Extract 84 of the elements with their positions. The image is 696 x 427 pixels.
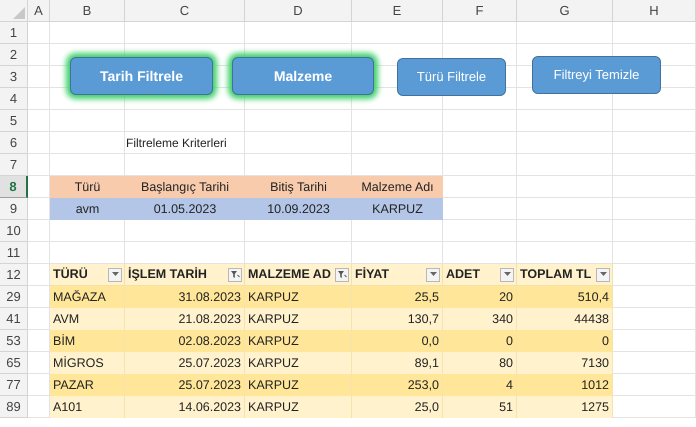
row-header[interactable]: 3 xyxy=(0,66,28,88)
table-cell: 25,0 xyxy=(352,396,443,418)
table-cell: MAĞAZA xyxy=(50,286,125,308)
table-cell: 80 xyxy=(443,352,517,374)
row-header[interactable]: 5 xyxy=(0,110,28,132)
criteria-value: avm xyxy=(50,198,125,220)
row-header[interactable]: 1 xyxy=(0,22,28,44)
table-cell: 51 xyxy=(443,396,517,418)
table-cell: 510,4 xyxy=(517,286,613,308)
table-cell: 21.08.2023 xyxy=(125,308,245,330)
table-cell: 25.07.2023 xyxy=(125,374,245,396)
row-header[interactable]: 6 xyxy=(0,132,28,154)
column-header[interactable]: E xyxy=(352,0,443,22)
table-cell: 340 xyxy=(443,308,517,330)
row-header[interactable]: 4 xyxy=(0,88,28,110)
row-header[interactable]: 53 xyxy=(0,330,28,352)
row-header[interactable]: 12 xyxy=(0,264,28,286)
table-cell: A101 xyxy=(50,396,125,418)
table-cell: 0 xyxy=(517,330,613,352)
header-label: FİYAT xyxy=(355,266,390,284)
row-header[interactable]: 29 xyxy=(0,286,28,308)
table-cell: 4 xyxy=(443,374,517,396)
column-header[interactable]: F xyxy=(443,0,517,22)
table-cell: 1012 xyxy=(517,374,613,396)
header-label: İŞLEM TARİH xyxy=(128,266,207,284)
header-label: TÜRÜ xyxy=(53,266,88,284)
corner-cell[interactable] xyxy=(0,0,28,22)
criteria-header: Başlangıç Tarihi xyxy=(125,176,245,198)
table-cell: 130,7 xyxy=(352,308,443,330)
column-header[interactable]: C xyxy=(125,0,245,22)
table-cell: 0 xyxy=(443,330,517,352)
row-header[interactable]: 7 xyxy=(0,154,28,176)
row-header[interactable]: 89 xyxy=(0,396,28,418)
table-cell: 25.07.2023 xyxy=(125,352,245,374)
row-header[interactable]: 2 xyxy=(0,44,28,66)
column-header[interactable]: H xyxy=(613,0,696,22)
column-header[interactable]: A xyxy=(28,0,50,22)
criteria-title: Filtreleme Kriterleri xyxy=(125,135,228,152)
criteria-value: 01.05.2023 xyxy=(125,198,245,220)
column-header[interactable]: B xyxy=(50,0,125,22)
table-cell: AVM xyxy=(50,308,125,330)
table-cell: KARPUZ xyxy=(245,352,352,374)
table-cell: 20 xyxy=(443,286,517,308)
filter-icon[interactable] xyxy=(228,268,242,282)
table-cell: 89,1 xyxy=(352,352,443,374)
table-cell: 31.08.2023 xyxy=(125,286,245,308)
table-cell: 02.08.2023 xyxy=(125,330,245,352)
header-label: TOPLAM TL xyxy=(520,266,592,284)
criteria-header: Bitiş Tarihi xyxy=(245,176,352,198)
column-header[interactable]: G xyxy=(517,0,613,22)
dropdown-icon[interactable] xyxy=(108,268,122,282)
row-header[interactable]: 11 xyxy=(0,242,28,264)
criteria-value: KARPUZ xyxy=(352,198,443,220)
table-cell: KARPUZ xyxy=(245,286,352,308)
criteria-value: 10.09.2023 xyxy=(245,198,352,220)
table-cell: 25,5 xyxy=(352,286,443,308)
table-cell: 253,0 xyxy=(352,374,443,396)
row-header[interactable]: 8 xyxy=(0,176,28,198)
table-cell: MİGROS xyxy=(50,352,125,374)
criteria-header: Türü xyxy=(50,176,125,198)
table-cell: 0,0 xyxy=(352,330,443,352)
row-header[interactable]: 65 xyxy=(0,352,28,374)
table-cell: PAZAR xyxy=(50,374,125,396)
filter-icon[interactable] xyxy=(335,268,349,282)
table-cell: 1275 xyxy=(517,396,613,418)
header-label: ADET xyxy=(446,266,480,284)
table-cell: KARPUZ xyxy=(245,330,352,352)
table-cell: 14.06.2023 xyxy=(125,396,245,418)
row-header[interactable]: 41 xyxy=(0,308,28,330)
dropdown-icon[interactable] xyxy=(426,268,440,282)
table-cell: KARPUZ xyxy=(245,308,352,330)
table-cell: 7130 xyxy=(517,352,613,374)
table-cell: 44438 xyxy=(517,308,613,330)
row-header[interactable]: 9 xyxy=(0,198,28,220)
row-header[interactable]: 10 xyxy=(0,220,28,242)
table-cell: KARPUZ xyxy=(245,374,352,396)
table-cell: BİM xyxy=(50,330,125,352)
dropdown-icon[interactable] xyxy=(500,268,514,282)
row-header[interactable]: 77 xyxy=(0,374,28,396)
criteria-header: Malzeme Adı xyxy=(352,176,443,198)
column-header[interactable]: D xyxy=(245,0,352,22)
header-label: MALZEME AD xyxy=(248,266,331,284)
dropdown-icon[interactable] xyxy=(596,268,610,282)
table-cell: KARPUZ xyxy=(245,396,352,418)
